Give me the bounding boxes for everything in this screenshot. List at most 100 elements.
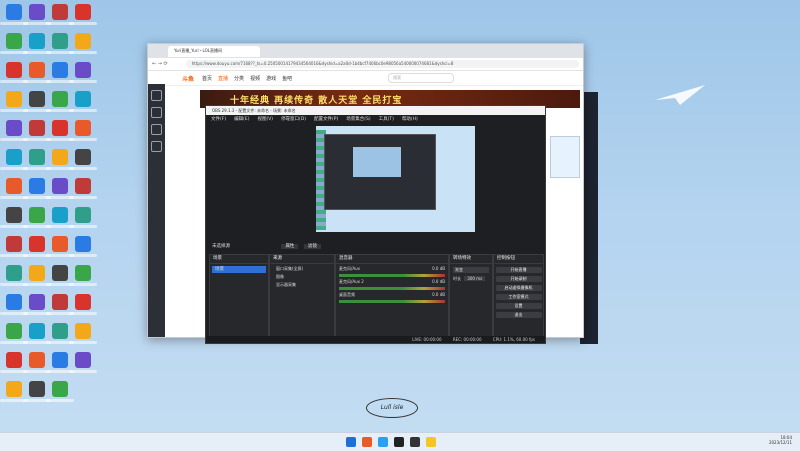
nav-item-live[interactable]: 直播 [218,75,228,82]
volume-meter[interactable] [339,300,445,303]
sidebar-video-icon[interactable] [151,141,162,152]
desktop-app-icon[interactable] [69,265,97,295]
obs-title: OBS 29.1.3 - 配置文件: 未命名 - 场景: 未命名 [212,107,296,113]
sidebar-home-icon[interactable] [151,90,162,101]
app-icon [6,381,22,397]
sidebar-category-icon[interactable] [151,124,162,135]
source-item-display[interactable]: 显示器采集 [270,280,334,288]
menu-file[interactable]: 文件(F) [211,116,226,122]
app-icon [52,62,68,78]
obs-statusbar: LIVE: 00:00:00 REC: 00:00:00 CPU: 1.1%, … [206,336,545,343]
desktop-app-icon[interactable] [46,381,74,411]
app-icon-label-bar [69,283,97,286]
url-input[interactable]: https://www.douyu.com/7168??_ts=0.250500… [185,60,579,68]
duration-input[interactable]: 300 ms [464,276,486,281]
obs-window[interactable]: OBS 29.1.3 - 配置文件: 未命名 - 场景: 未命名 文件(F) 编… [205,105,546,344]
menu-tools[interactable]: 工具(T) [379,116,394,122]
desktop-app-icon[interactable] [69,178,97,208]
app-icon-label-bar [46,399,74,402]
transitions-dock-title: 转场特效 [450,255,492,264]
clock[interactable]: 18:04 2023/12/11 [769,435,792,445]
desktop-app-icon[interactable] [69,120,97,150]
site-sidebar [148,84,165,337]
controls-dock: 控制按钮 开始直播 开始录制 启动虚拟摄像机 工作室模式 设置 退出 [493,254,544,340]
studio-mode-button[interactable]: 工作室模式 [495,294,542,300]
taskbar-steam-icon[interactable] [394,437,404,447]
menu-view[interactable]: 视图(V) [257,116,273,122]
taskbar-folder-icon[interactable] [426,437,436,447]
track-name: 麦克风/Aux [339,266,360,271]
app-icon [6,265,22,281]
virtual-camera-button[interactable]: 启动虚拟摄像机 [495,285,542,291]
nav-item-games[interactable]: 游戏 [266,75,276,82]
desktop-app-icon[interactable] [69,149,97,179]
desktop-app-icon[interactable] [69,33,97,63]
obs-preview[interactable] [316,126,475,232]
nav-item-yuba[interactable]: 鱼吧 [282,75,292,82]
menu-scene-collection[interactable]: 场景集合(S) [346,116,370,122]
app-icon [29,352,45,368]
app-icon-label-bar [69,341,97,344]
menu-edit[interactable]: 编辑(E) [234,116,249,122]
taskbar-obs-icon[interactable] [410,437,420,447]
nav-item-category[interactable]: 分类 [234,75,244,82]
start-recording-button[interactable]: 开始录制 [495,276,542,282]
site-logo[interactable]: 斗鱼 [182,74,194,83]
nav-arrows-icon[interactable]: ← → ⟳ [152,61,168,67]
app-icon [75,265,91,281]
mixer-track: 桌面音频 0.0 dB [336,290,448,303]
desktop-app-icon[interactable] [69,236,97,266]
app-icon-label-bar [69,254,97,257]
app-icon-label-bar [69,196,97,199]
taskbar: 18:04 2023/12/11 [0,432,800,451]
nav-item-home[interactable]: 首页 [202,75,212,82]
app-icon [29,294,45,310]
sidebar-follow-icon[interactable] [151,107,162,118]
app-icon-label-bar [69,225,97,228]
taskbar-app-icon[interactable] [362,437,372,447]
app-icon-label-bar [69,22,97,25]
browser-tabbar: Yuri直播_Yuri丶LOL直播间 [148,44,583,58]
clock-date: 2023/12/11 [768,440,792,445]
exit-button[interactable]: 退出 [495,312,542,318]
start-streaming-button[interactable]: 开始直播 [495,267,542,273]
desktop-app-icon[interactable] [69,207,97,237]
app-icon [6,149,22,165]
desktop-app-icon[interactable] [69,294,97,324]
app-icon [52,120,68,136]
app-icon [52,381,68,397]
nav-item-video[interactable]: 视频 [250,75,260,82]
taskbar-edge-icon[interactable] [378,437,388,447]
source-item-window[interactable]: 窗口采集(全屏) [270,264,334,272]
menu-profile[interactable]: 配置文件(P) [314,116,338,122]
desktop-app-icon[interactable] [69,4,97,34]
properties-button[interactable]: 属性 [281,244,299,249]
app-icon [29,120,45,136]
duration-row: 时长 300 ms [453,276,489,282]
desktop-app-icon[interactable] [69,323,97,353]
app-icon-label-bar [69,312,97,315]
transition-select[interactable]: 渐变 [453,267,489,273]
desktop-app-icon[interactable] [69,62,97,92]
app-icon [52,4,68,20]
site-search-input[interactable]: 搜索 [388,73,455,83]
browser-tab[interactable]: Yuri直播_Yuri丶LOL直播间 [168,45,260,57]
menu-help[interactable]: 帮助(H) [402,116,418,122]
desktop-app-icon[interactable] [69,352,97,382]
track-db: 0.0 dB [432,292,445,297]
app-icon [6,236,22,252]
desktop-app-icon[interactable] [69,91,97,121]
track-name: 麦克风/Aux 2 [339,279,364,284]
app-icon [75,352,91,368]
settings-button[interactable]: 设置 [495,303,542,309]
menu-docks[interactable]: 停靠窗口(D) [281,116,306,122]
sources-dock: 来源 窗口采集(全屏) 图像 显示器采集 [269,254,335,340]
source-item-image[interactable]: 图像 [270,272,334,280]
app-icon [29,62,45,78]
side-ad-icon[interactable] [550,136,580,178]
obs-menubar: 文件(F) 编辑(E) 视图(V) 停靠窗口(D) 配置文件(P) 场景集合(S… [206,115,545,123]
scene-item[interactable]: 场景 [212,266,266,273]
filters-button[interactable]: 滤镜 [303,244,321,249]
start-icon[interactable] [346,437,356,447]
no-source-label: 未选择源 [212,244,230,249]
